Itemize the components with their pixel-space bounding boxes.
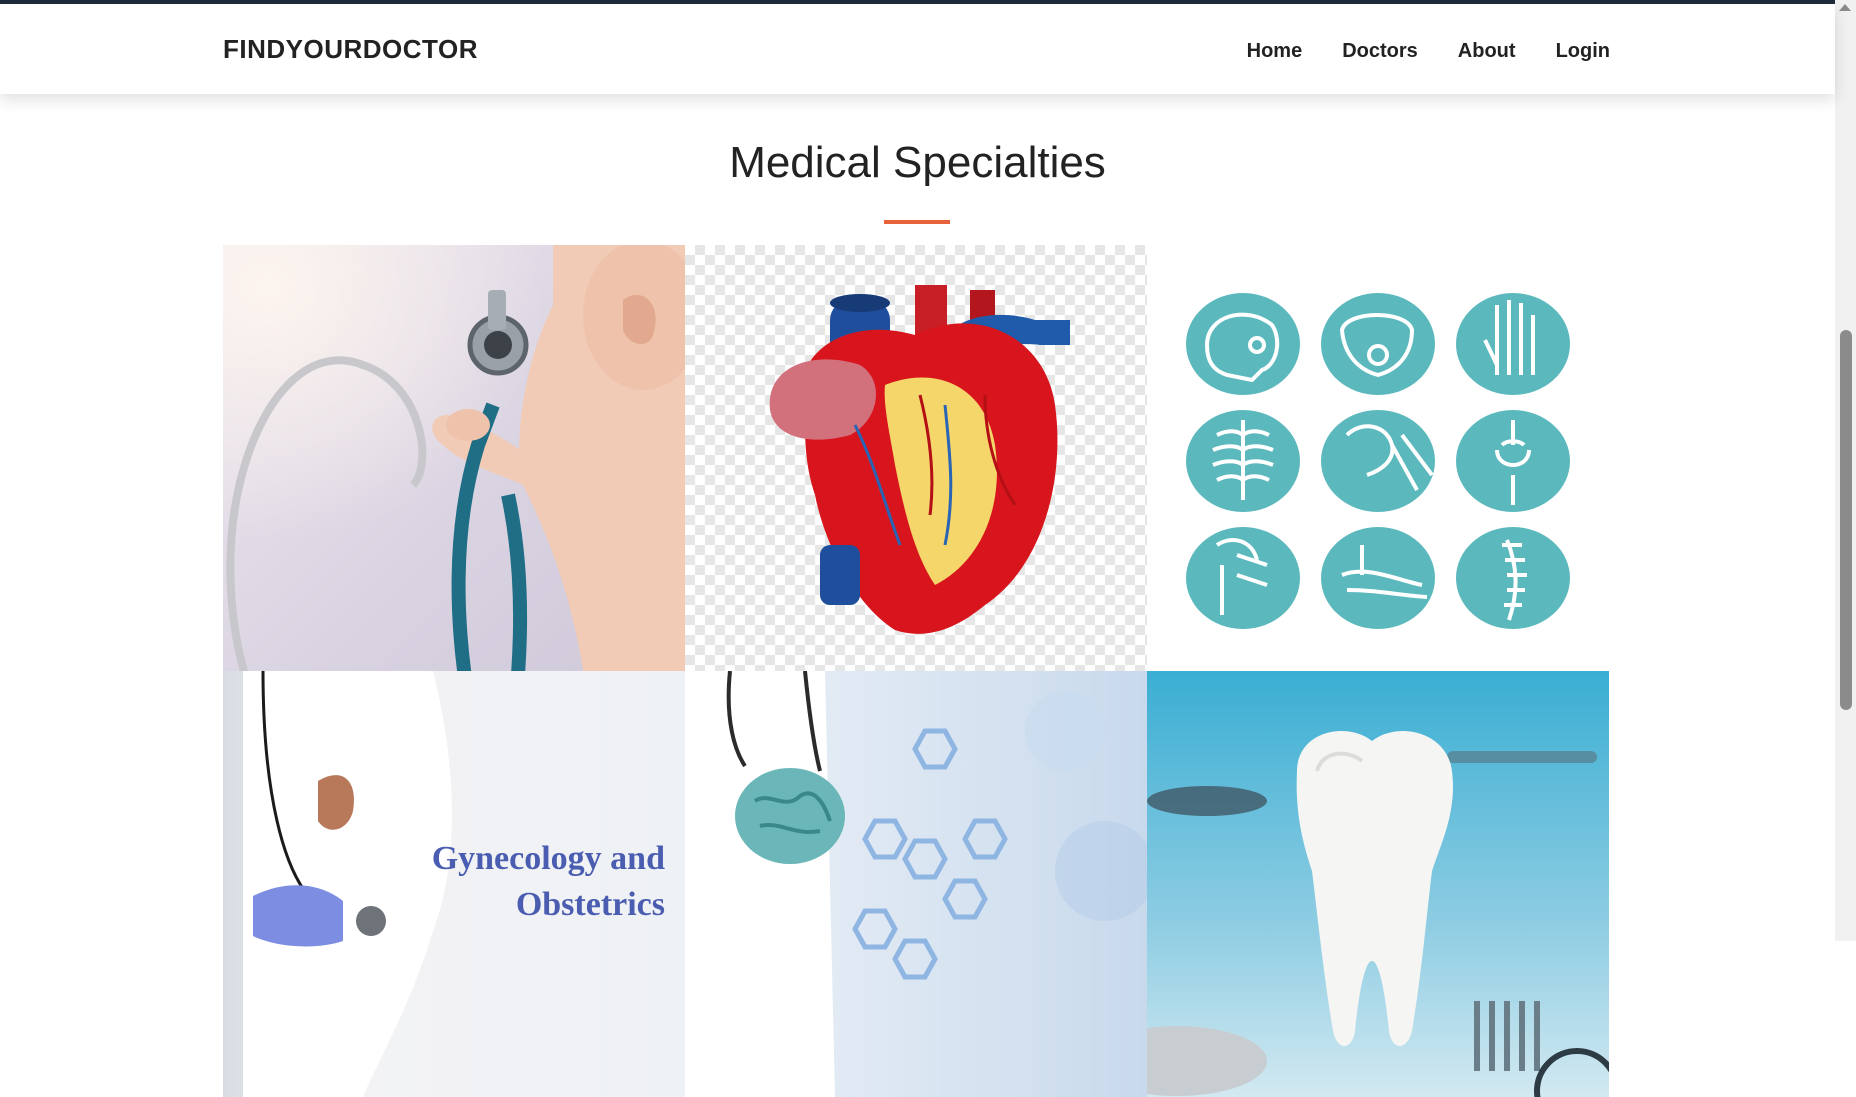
nav-doctors-link[interactable]: Doctors [1342,40,1418,63]
pediatrics-image [223,245,685,671]
gynecology-caption-line2: Obstetrics [515,886,665,923]
neurology-image [685,671,1147,1097]
specialty-card-gynecology[interactable]: Gynecology and Obstetrics [223,671,685,1097]
navbar: FINDYOURDOCTOR Home Doctors About Login [0,4,1835,94]
nav-about-link[interactable]: About [1458,40,1516,63]
main-nav: Home Doctors About Login [1247,40,1610,63]
gynecology-caption-line1: Gynecology and [431,840,665,877]
scrollbar-thumb[interactable] [1840,330,1852,710]
specialty-card-orthopedics[interactable] [1147,245,1609,671]
dentistry-image [1147,731,1609,1097]
scroll-up-arrow-icon[interactable] [1839,4,1851,11]
specialty-card-neurology[interactable] [685,671,1147,1097]
specialty-card-dentistry[interactable] [1147,671,1609,1097]
nav-login-link[interactable]: Login [1556,40,1610,63]
gynecology-caption: Gynecology and Obstetrics [432,836,665,928]
brand-logo[interactable]: FINDYOURDOCTOR [223,34,478,65]
nav-home-link[interactable]: Home [1247,40,1303,63]
section-title: Medical Specialties [729,138,1106,187]
orthopedics-image [1186,293,1570,629]
cardiology-image [769,285,1070,634]
specialty-card-cardiology[interactable] [685,245,1147,671]
specialty-card-pediatrics[interactable] [223,245,685,671]
title-underline [884,220,950,224]
specialties-grid: Gynecology and Obstetrics [223,245,1609,1097]
page-scrollbar[interactable] [1835,0,1856,941]
